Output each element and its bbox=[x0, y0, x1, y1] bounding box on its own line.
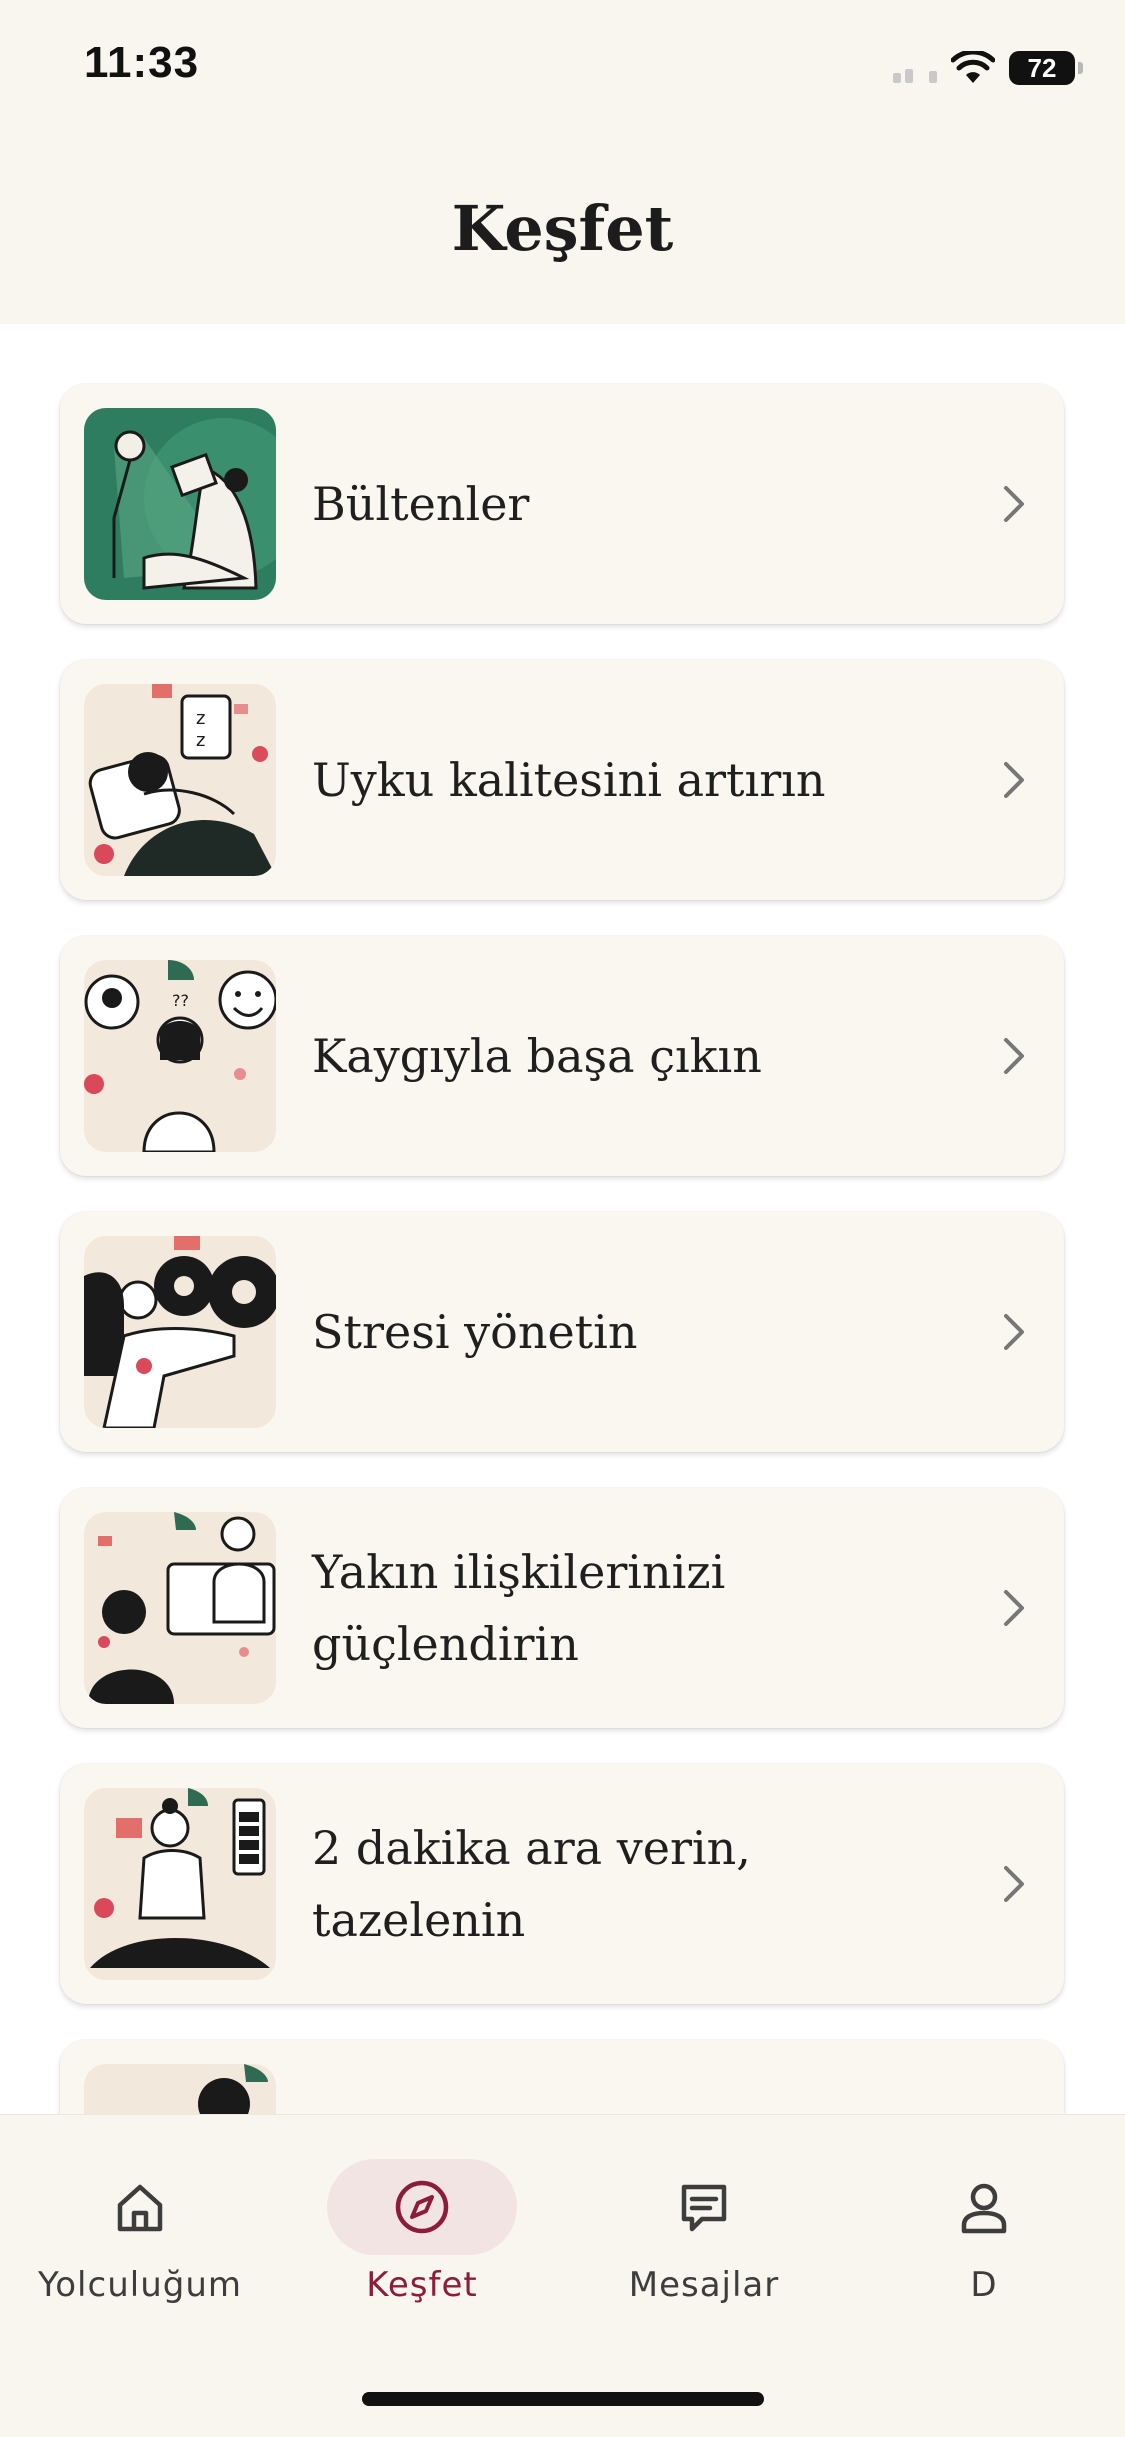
tab-profile[interactable]: D bbox=[854, 2159, 1114, 2309]
thinking-person-illustration: ?? bbox=[84, 960, 276, 1152]
topic-label: Stresi yönetin bbox=[312, 1305, 638, 1359]
wifi-icon bbox=[951, 51, 995, 83]
topic-label: 2 dakika ara verin, tazelenin bbox=[312, 1821, 751, 1947]
topic-list: Bültenler z z Uyku kalitesini artırın ??… bbox=[60, 384, 1064, 2316]
cellular-signal-icon bbox=[893, 53, 937, 83]
tab-messages[interactable]: Mesajlar bbox=[574, 2159, 834, 2309]
tab-label: Yolculuğum bbox=[38, 2265, 242, 2305]
status-icons: 72 bbox=[893, 48, 1083, 88]
compass-icon bbox=[395, 2180, 449, 2234]
tab-label: D bbox=[970, 2265, 998, 2305]
svg-text:??: ?? bbox=[172, 991, 189, 1010]
topic-card-break[interactable]: 2 dakika ara verin, tazelenin bbox=[60, 1764, 1064, 2004]
tab-icon-container bbox=[609, 2159, 799, 2255]
status-time: 11:33 bbox=[84, 38, 200, 87]
message-icon bbox=[681, 2184, 727, 2232]
tab-icon-container bbox=[45, 2159, 235, 2255]
sleeping-person-illustration: z z bbox=[84, 684, 276, 876]
topic-label: Uyku kalitesini artırın bbox=[312, 753, 826, 807]
topic-card-newsletters[interactable]: Bültenler bbox=[60, 384, 1064, 624]
meditation-illustration bbox=[84, 1788, 276, 1980]
tab-journey[interactable]: Yolculuğum bbox=[10, 2159, 270, 2309]
tab-label: Mesajlar bbox=[628, 2265, 780, 2305]
battery-icon: 72 bbox=[1009, 51, 1083, 85]
topic-card-anxiety[interactable]: ?? Kaygıyla başa çıkın bbox=[60, 936, 1064, 1176]
chevron-right-icon bbox=[1004, 762, 1024, 798]
chevron-right-icon bbox=[1004, 486, 1024, 522]
chevron-right-icon bbox=[1004, 1866, 1024, 1902]
woman-with-gears-illustration bbox=[84, 1236, 276, 1428]
tab-icon-container bbox=[327, 2159, 517, 2255]
svg-text:z: z bbox=[196, 708, 205, 729]
topic-card-stress[interactable]: Stresi yönetin bbox=[60, 1212, 1064, 1452]
header: Keşfet bbox=[0, 140, 1125, 324]
svg-text:z: z bbox=[196, 730, 205, 751]
home-icon bbox=[117, 2184, 163, 2232]
topic-label: Bültenler bbox=[312, 477, 530, 531]
battery-level: 72 bbox=[1027, 52, 1057, 83]
tab-discover[interactable]: Keşfet bbox=[292, 2159, 552, 2309]
profile-icon bbox=[961, 2183, 1007, 2234]
tab-bar: Yolculuğum Keşfet Mesajlar D bbox=[0, 2114, 1125, 2437]
topic-card-relationships[interactable]: Yakın ilişkilerinizi güçlendirin bbox=[60, 1488, 1064, 1728]
status-bar: 11:33 72 bbox=[0, 0, 1125, 140]
tab-label: Keşfet bbox=[366, 2265, 478, 2305]
home-indicator bbox=[362, 2392, 764, 2406]
video-call-illustration bbox=[84, 1512, 276, 1704]
woman-reading-illustration bbox=[84, 408, 276, 600]
chevron-right-icon bbox=[1004, 1590, 1024, 1626]
chevron-right-icon bbox=[1004, 1314, 1024, 1350]
chevron-right-icon bbox=[1004, 1038, 1024, 1074]
topic-label: Yakın ilişkilerinizi güçlendirin bbox=[312, 1545, 726, 1671]
tab-icon-container bbox=[889, 2159, 1079, 2255]
topic-label: Kaygıyla başa çıkın bbox=[312, 1029, 762, 1083]
topic-card-sleep[interactable]: z z Uyku kalitesini artırın bbox=[60, 660, 1064, 900]
page-title: Keşfet bbox=[451, 192, 674, 265]
